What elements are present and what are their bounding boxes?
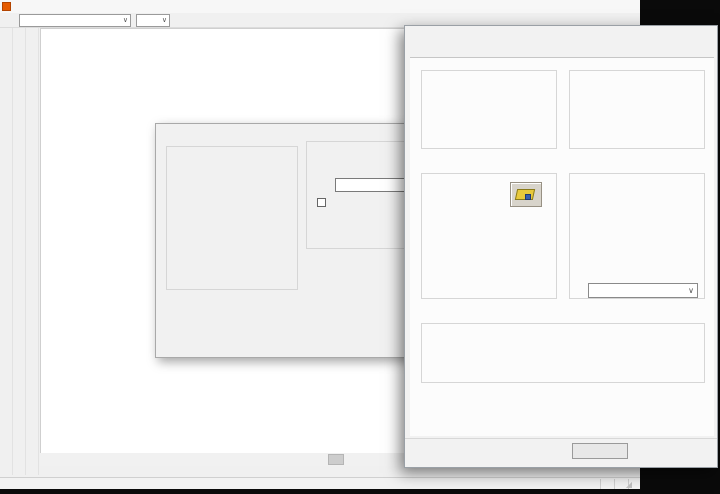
status-bar: ◢: [0, 477, 640, 489]
left-toolbox: [0, 28, 40, 475]
checkbox-icon[interactable]: [317, 198, 326, 207]
resize-grip-icon: ◢: [626, 480, 632, 489]
chevron-down-icon: ∨: [688, 286, 694, 295]
app-icon: [2, 2, 11, 11]
properties-tabs: [410, 41, 714, 58]
toolbox-column-edit: [26, 28, 39, 475]
chevron-down-icon: ∨: [162, 16, 167, 24]
final-device-position-group: [421, 323, 705, 383]
properties-tab-content: ∨: [410, 58, 714, 436]
master-design-button[interactable]: [3, 14, 14, 27]
line-type-select[interactable]: ∨: [19, 14, 131, 27]
margins-group: [569, 70, 705, 149]
driver-settings-group: [166, 146, 298, 290]
toolbox-column-view: [0, 28, 13, 475]
device-size-group: [421, 70, 557, 149]
nonuniform-scale-row: [317, 198, 330, 207]
chevron-down-icon: ∨: [123, 16, 128, 24]
statusbar-divider: [614, 479, 615, 489]
orientation-marker-icon: [525, 194, 531, 200]
properties-dialog: ∨: [404, 25, 718, 468]
dialog-separator: [405, 438, 717, 439]
direction-group: [421, 173, 557, 299]
position-group: ∨: [569, 173, 705, 299]
toolbox-column-draw: [13, 28, 26, 475]
scroll-left-arrow[interactable]: [40, 453, 53, 466]
properties-dialog-title[interactable]: [405, 26, 717, 41]
dxf-metric-dialog: [155, 123, 427, 358]
scrollbar-thumb[interactable]: [328, 454, 344, 465]
menu-bar: [0, 0, 640, 13]
pointsize-select[interactable]: ∨: [136, 14, 170, 27]
statusbar-divider: [600, 479, 601, 489]
up-side-select[interactable]: ∨: [588, 283, 698, 298]
orientation-preview-button[interactable]: [510, 182, 542, 207]
dxf-dialog-title[interactable]: [156, 124, 426, 139]
screen: ∨ ∨: [0, 0, 720, 494]
ok-button[interactable]: [572, 443, 628, 459]
